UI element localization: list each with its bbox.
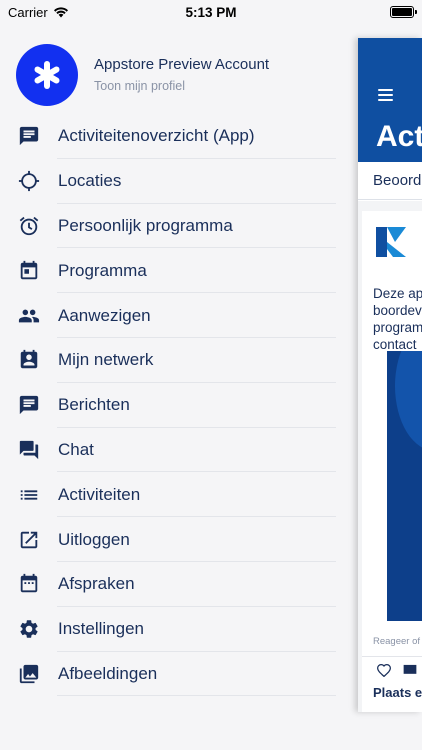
menu-item-program[interactable]: Programma	[0, 248, 336, 293]
menu-item-label: Aanwezigen	[58, 305, 151, 325]
menu-item-settings[interactable]: Instellingen	[0, 607, 336, 652]
view-profile-link[interactable]: Toon mijn profiel	[94, 79, 269, 93]
status-bar: Carrier 5:13 PM	[0, 0, 422, 24]
menu-item-label: Afspraken	[58, 574, 135, 594]
post-card[interactable]: Deze ap boordev program contact Reageer …	[362, 211, 422, 712]
carrier-label: Carrier	[8, 4, 48, 20]
menu-item-activities[interactable]: Activiteiten	[0, 472, 336, 517]
place-comment-input[interactable]: Plaats e	[373, 685, 422, 700]
gear-icon	[17, 617, 41, 641]
menu-item-appointments[interactable]: Afspraken	[0, 562, 336, 607]
heart-icon[interactable]	[376, 663, 392, 677]
avatar[interactable]	[16, 43, 78, 106]
message-icon	[17, 124, 41, 148]
profile-name: Appstore Preview Account	[94, 56, 270, 73]
list-icon	[17, 483, 41, 507]
menu-item-images[interactable]: Afbeeldingen	[0, 652, 336, 697]
battery-icon	[390, 6, 417, 18]
asterisk-icon	[34, 60, 60, 89]
comment-icon[interactable]	[402, 663, 418, 677]
menu-item-my-network[interactable]: Mijn netwerk	[0, 338, 336, 383]
menu-item-label: Uitloggen	[58, 529, 130, 549]
calendar-dots-icon	[17, 572, 41, 596]
card-divider	[362, 656, 422, 657]
chat-bubble-icon	[17, 393, 41, 417]
menu-item-label: Persoonlijk programma	[58, 215, 233, 235]
menu-item-label: Berichten	[58, 395, 130, 415]
photos-icon	[17, 662, 41, 686]
post-image[interactable]	[387, 351, 422, 621]
calendar-icon	[17, 259, 41, 283]
post-actions	[376, 663, 418, 677]
reply-hint: Reageer of	[373, 636, 421, 647]
menu-item-label: Mijn netwerk	[58, 350, 154, 370]
page-title: Acti	[376, 120, 422, 153]
open-external-icon	[17, 528, 41, 552]
menu-item-label: Instellingen	[58, 619, 145, 639]
forum-icon	[17, 438, 41, 462]
tab-beoordeling[interactable]: Beoord	[358, 162, 422, 200]
alarm-clock-icon	[17, 214, 41, 238]
location-target-icon	[17, 169, 41, 193]
menu-item-label: Locaties	[58, 171, 122, 191]
profile-header[interactable]: Appstore Preview Account Toon mijn profi…	[0, 24, 358, 112]
drawer-menu: Activiteitenoverzicht (App) Locaties Per…	[0, 114, 336, 697]
people-icon	[17, 304, 41, 328]
menu-item-attendees[interactable]: Aanwezigen	[0, 293, 336, 338]
menu-item-label: Afbeeldingen	[58, 663, 158, 683]
menu-item-chat[interactable]: Chat	[0, 428, 336, 473]
post-text: Deze ap boordev program contact	[373, 286, 422, 352]
menu-item-messages[interactable]: Berichten	[0, 383, 336, 428]
menu-item-personal-program[interactable]: Persoonlijk programma	[0, 204, 336, 249]
contact-card-icon	[17, 348, 41, 372]
menu-item-label: Activiteiten	[58, 484, 141, 504]
menu-item-label: Programma	[58, 260, 147, 280]
menu-item-locations[interactable]: Locaties	[0, 159, 336, 204]
panel-header: Acti	[358, 38, 422, 162]
menu-item-label: Chat	[58, 439, 94, 459]
wifi-icon	[53, 7, 68, 18]
main-content-panel[interactable]: Acti Beoord Deze ap boordev program cont…	[358, 38, 422, 712]
menu-item-activities-overview[interactable]: Activiteitenoverzicht (App)	[0, 114, 336, 159]
hamburger-menu-icon[interactable]	[378, 89, 393, 101]
navigation-drawer: Appstore Preview Account Toon mijn profi…	[0, 24, 358, 750]
panel-body: Deze ap boordev program contact Reageer …	[358, 201, 422, 712]
brand-logo-icon	[376, 227, 406, 257]
menu-item-logout[interactable]: Uitloggen	[0, 517, 336, 562]
menu-item-label: Activiteitenoverzicht (App)	[58, 126, 255, 146]
